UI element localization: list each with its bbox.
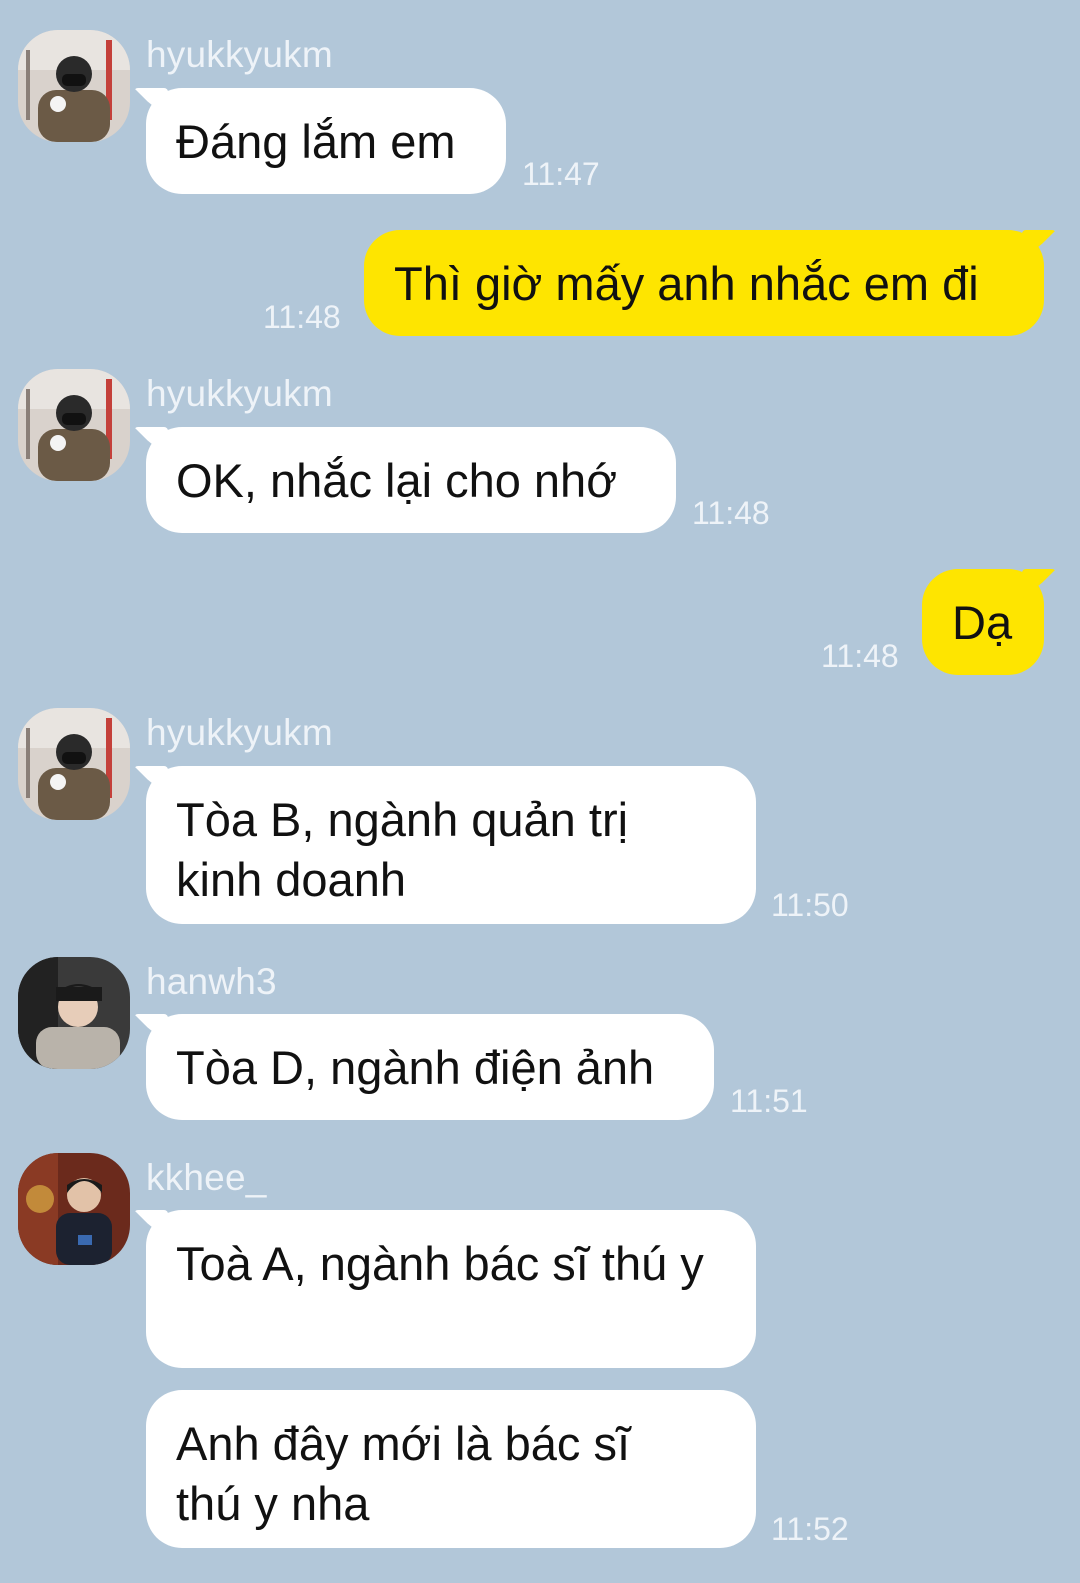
message-bubble[interactable]: Anh đây mới là bác sĩ thú y nha [146, 1390, 756, 1548]
message-time: 11:51 [730, 1083, 808, 1119]
sender-name: hyukkyukm [146, 712, 333, 753]
message-time: 11:48 [263, 299, 341, 335]
sender-name: hanwh3 [146, 961, 277, 1002]
message-time: 11:47 [522, 156, 600, 192]
message-bubble[interactable]: Tòa B, ngành quản trị kinh doanh [146, 766, 756, 924]
avatar-hyukkyukm[interactable] [18, 30, 130, 142]
sender-name: kkhee_ [146, 1157, 267, 1198]
message-time: 11:50 [771, 887, 849, 923]
message-time: 11:52 [771, 1511, 849, 1547]
avatar-hyukkyukm[interactable] [18, 369, 130, 481]
message-time: 11:48 [692, 495, 770, 531]
message-bubble[interactable]: Thì giờ mấy anh nhắc em đi [364, 230, 1044, 336]
avatar-hanwh3[interactable] [18, 957, 130, 1069]
avatar-hyukkyukm[interactable] [18, 708, 130, 820]
avatar-kkhee[interactable] [18, 1153, 130, 1265]
message-bubble[interactable]: OK, nhắc lại cho nhớ [146, 427, 676, 533]
sender-name: hyukkyukm [146, 34, 333, 75]
message-bubble[interactable]: Tòa D, ngành điện ảnh [146, 1014, 714, 1120]
message-bubble[interactable]: Toà A, ngành bác sĩ thú y [146, 1210, 756, 1368]
message-bubble[interactable]: Đáng lắm em [146, 88, 506, 194]
sender-name: hyukkyukm [146, 373, 333, 414]
chat-room[interactable]: hyukkyukm Đáng lắm em 11:47 11:48 Thì gi… [0, 0, 1080, 1583]
message-time: 11:48 [821, 638, 899, 674]
message-bubble[interactable]: Dạ [922, 569, 1044, 675]
